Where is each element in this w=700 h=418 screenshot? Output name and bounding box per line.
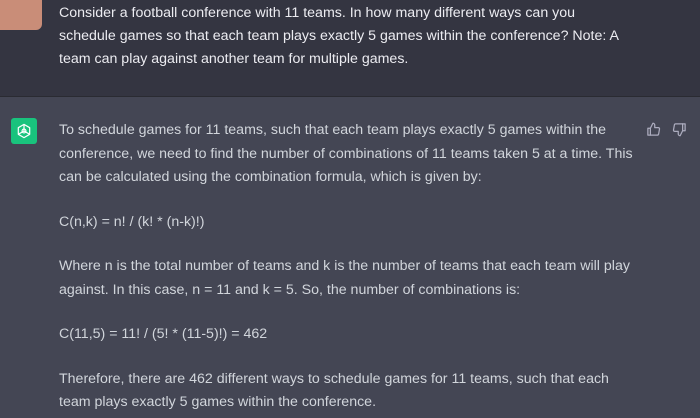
thumbs-up-icon <box>646 122 660 136</box>
feedback-buttons <box>645 121 687 137</box>
formula-result: C(11,5) = 11! / (5! * (11-5)!) = 462 <box>59 326 268 342</box>
formula-general: C(n,k) = n! / (k! * (n-k)!) <box>59 213 205 230</box>
thumbs-up-button[interactable] <box>645 121 661 137</box>
assistant-message: To schedule games for 11 teams, such tha… <box>0 97 700 418</box>
thumbs-down-icon <box>672 122 686 136</box>
user-message-line: team can play against another team for m… <box>59 51 409 67</box>
user-message-text: Consider a football conference with 11 t… <box>59 2 659 71</box>
user-message-line: Consider a football conference with 11 t… <box>59 5 576 21</box>
assistant-paragraph: Where n is the total number of teams and… <box>59 258 630 298</box>
user-message-line: schedule games so that each team plays e… <box>59 28 619 44</box>
thumbs-down-button[interactable] <box>671 121 687 137</box>
assistant-message-text: To schedule games for 11 teams, such tha… <box>59 119 634 415</box>
assistant-paragraph: Therefore, there are 462 different ways … <box>59 370 609 411</box>
openai-logo-icon <box>11 118 37 144</box>
user-avatar <box>0 0 42 30</box>
user-message: Consider a football conference with 11 t… <box>0 0 700 97</box>
assistant-paragraph: To schedule games for 11 teams, such tha… <box>59 122 633 185</box>
